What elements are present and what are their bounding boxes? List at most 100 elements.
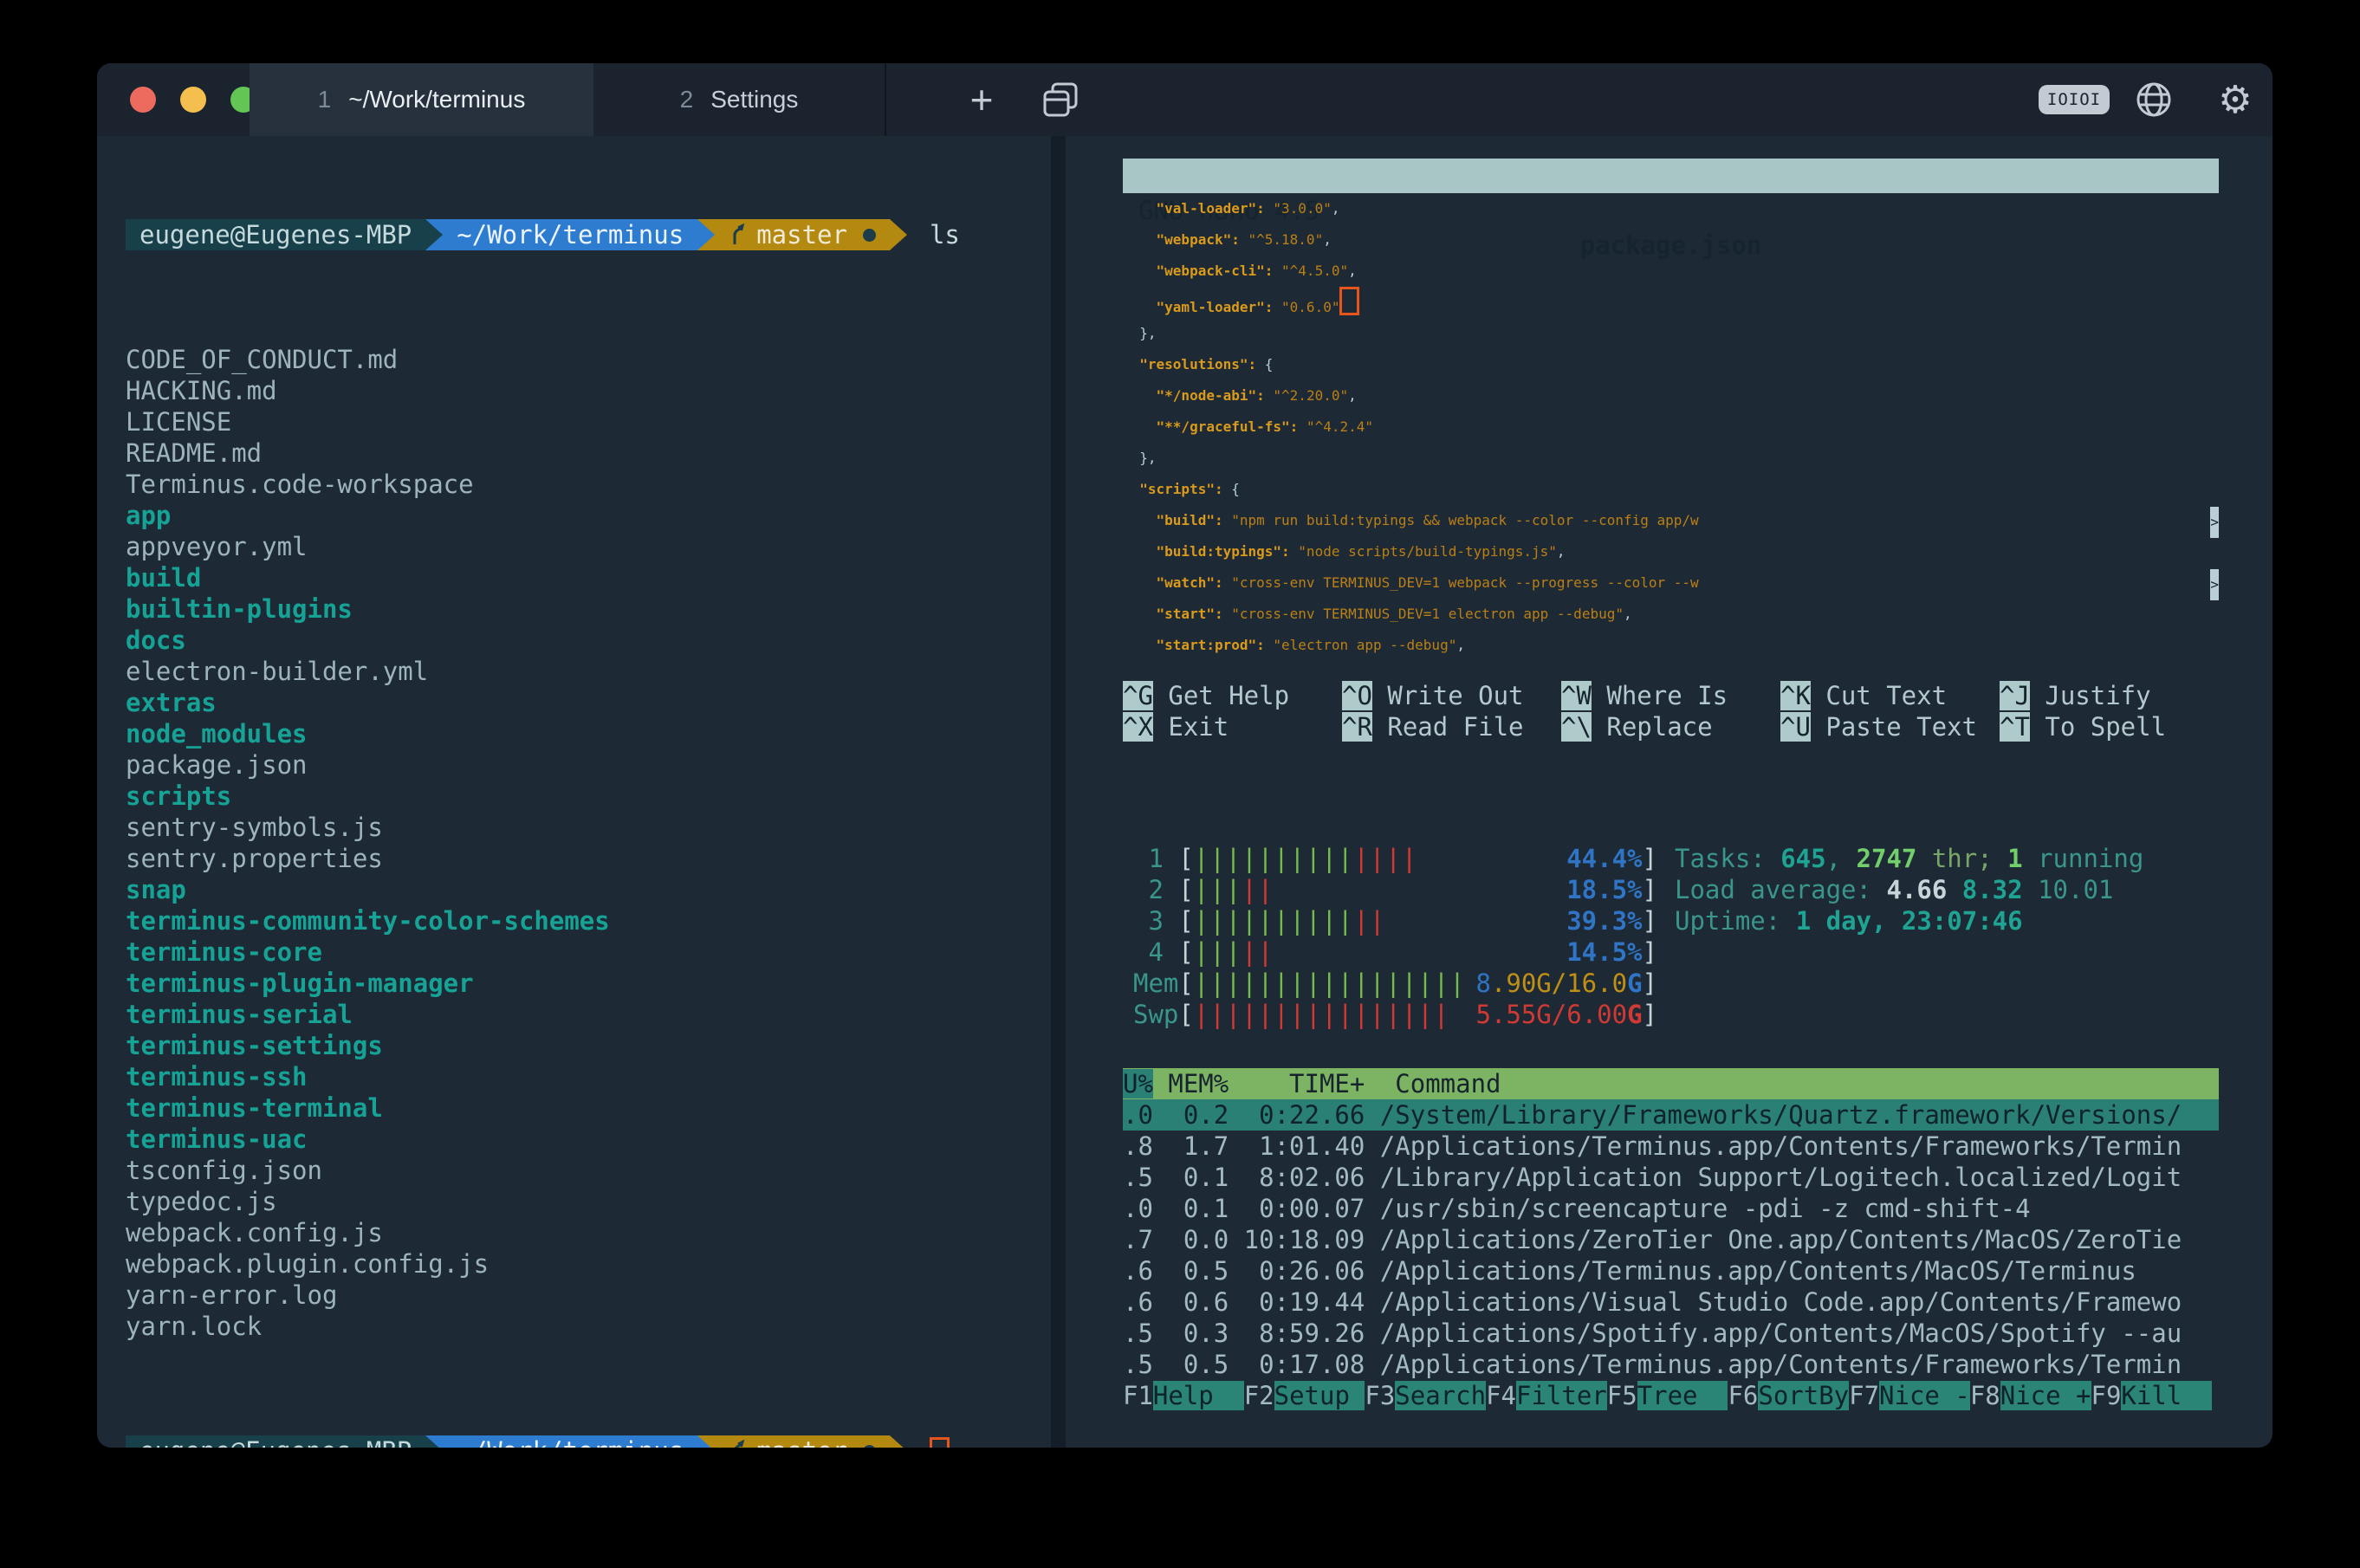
ls-entry: tsconfig.json [126,1155,1044,1186]
prompt-path-segment: ~/Work/terminus [443,1435,697,1448]
process-row[interactable]: .5 0.5 0:17.08 /Applications/Terminus.ap… [1123,1349,2219,1380]
nano-shortcut: ^J Justify [2000,680,2219,711]
nano-line: }, [1123,318,2219,349]
function-key-f9[interactable]: F9Kill [2091,1380,2213,1411]
prompt-git-segment: master [715,219,890,250]
tab-number: 2 [680,86,694,113]
ls-entry: LICENSE [126,406,1044,437]
function-key-f1[interactable]: F1Help [1123,1380,1244,1411]
ssh-connections-button[interactable] [2133,63,2175,136]
serial-connections-button[interactable]: IOIOI [2031,63,2117,136]
function-key-f2[interactable]: F2Setup [1244,1380,1365,1411]
process-row[interactable]: .8 1.7 1:01.40 /Applications/Terminus.ap… [1123,1131,2219,1162]
nano-shortcut: ^T To Spell [2000,711,2219,742]
function-key-f4[interactable]: F4Filter [1486,1380,1607,1411]
nano-shortcut: ^G Get Help [1123,680,1342,711]
git-branch-name: master [756,1435,847,1448]
summary-line: Uptime: 1 day, 23:07:46 [1675,905,2143,936]
pane-divider[interactable] [1051,136,1066,1448]
ls-entry: app [126,500,1044,531]
tab-work-terminus[interactable]: 1 ~/Work/terminus [250,63,593,136]
summary-line: Tasks: 645, 2747 thr; 1 running [1675,843,2143,874]
function-key-f3[interactable]: F3Search [1365,1380,1486,1411]
nano-line: "build:typings": "node scripts/build-typ… [1123,536,2219,567]
nano-shortcut: ^K Cut Text [1780,680,2000,711]
ls-entry: HACKING.md [126,375,1044,406]
ls-entry: terminus-terminal [126,1092,1044,1124]
close-window-button[interactable] [130,87,156,113]
process-row[interactable]: .5 0.1 8:02.06 /Library/Application Supp… [1123,1162,2219,1193]
new-tab-button[interactable]: + [961,63,1002,136]
process-table-header[interactable]: U% MEM% TIME+ Command [1123,1068,2219,1099]
plus-icon: + [970,63,994,136]
tab-settings[interactable]: 2 Settings [593,63,886,136]
ls-entry: electron-builder.yml [126,656,1044,687]
settings-button[interactable]: ⚙ [2214,63,2256,136]
htop-process-table: U% MEM% TIME+ Command .0 0.2 0:22.66 /Sy… [1123,1068,2219,1380]
nano-shortcut: ^R Read File [1342,711,1561,742]
process-row[interactable]: .6 0.5 0:26.06 /Applications/Terminus.ap… [1123,1255,2219,1286]
meter-row: 1 [||||||||||||||44.4%] [1133,843,1657,874]
nano-line: "start": "cross-env TERMINUS_DEV=1 elect… [1123,599,2219,630]
meter-row: Mem[|||||||||||||||||8.90G/16.0G] [1133,968,1657,999]
ls-entry: Terminus.code-workspace [126,469,1044,500]
stacked-windows-icon [1041,80,1080,120]
meter-row: Swp[||||||||||||||||5.55G/6.00G] [1133,999,1657,1030]
process-row[interactable]: .7 0.0 10:18.09 /Applications/ZeroTier O… [1123,1224,2219,1255]
process-row[interactable]: .0 0.1 0:00.07 /usr/sbin/screencapture -… [1123,1193,2219,1224]
ls-output: CODE_OF_CONDUCT.mdHACKING.mdLICENSEREADM… [126,344,1044,1342]
ls-entry: terminus-community-color-schemes [126,905,1044,936]
typed-command: ls [930,219,960,250]
ls-entry: terminus-uac [126,1124,1044,1155]
shell-prompt: eugene@Eugenes-MBP ~/Work/terminus maste… [126,1435,1044,1448]
summary-line: Load average: 4.66 8.32 10.01 [1675,874,2143,905]
ls-entry: webpack.config.js [126,1217,1044,1248]
process-row[interactable]: .0 0.2 0:22.66 /System/Library/Framework… [1123,1099,2219,1131]
terminal-cursor [930,1437,950,1448]
terminal-window: 1 ~/Work/terminus 2 Settings + IOIOI [97,63,2272,1448]
ls-entry: terminus-plugin-manager [126,968,1044,999]
tab-title: Settings [710,86,798,113]
powerline-arrow [890,219,907,250]
ls-entry: CODE_OF_CONDUCT.md [126,344,1044,375]
nano-line: "webpack-cli": "^4.5.0", [1123,256,2219,287]
ls-entry: node_modules [126,718,1044,749]
nano-editor-content[interactable]: "val-loader": "3.0.0", "webpack": "^5.18… [1123,193,2219,661]
powerline-arrow [697,1435,715,1448]
ls-entry: appveyor.yml [126,531,1044,562]
split-pane-button[interactable] [1038,63,1083,136]
function-key-f7[interactable]: F7Nice - [1849,1380,1970,1411]
process-rows: .0 0.2 0:22.66 /System/Library/Framework… [1123,1099,2219,1380]
htop-summary: Tasks: 645, 2747 thr; 1 runningLoad aver… [1675,843,2143,936]
ls-entry: terminus-core [126,936,1044,968]
function-key-f8[interactable]: F8Nice + [1970,1380,2091,1411]
htop-meters: 1 [||||||||||||||44.4%] 2 [|||||18.5%] 3… [1133,843,1657,1030]
tab-title: ~/Work/terminus [348,86,525,113]
ls-entry: terminus-ssh [126,1061,1044,1092]
prompt-user-segment: eugene@Eugenes-MBP [126,219,425,250]
powerline-arrow [697,219,715,250]
process-row[interactable]: .5 0.3 8:59.26 /Applications/Spotify.app… [1123,1318,2219,1349]
function-key-f6[interactable]: F6SortBy [1728,1380,1849,1411]
ls-entry: sentry-symbols.js [126,812,1044,843]
nano-line: }, [1123,443,2219,474]
nano-line: "**/graceful-fs": "^4.2.4" [1123,411,2219,443]
nano-line: "build": "npm run build:typings && webpa… [1123,505,2219,536]
function-key-f5[interactable]: F5Tree [1607,1380,1728,1411]
nano-line: "*/node-abi": "^2.20.0", [1123,380,2219,411]
window-titlebar: 1 ~/Work/terminus 2 Settings + IOIOI [97,63,2272,136]
ls-entry: typedoc.js [126,1186,1044,1217]
meter-row: 4 [|||||14.5%] [1133,936,1657,968]
meter-row: 3 [||||||||||||39.3%] [1133,905,1657,936]
ls-entry: snap [126,874,1044,905]
globe-icon [2134,80,2174,120]
process-row[interactable]: .6 0.6 0:19.44 /Applications/Visual Stud… [1123,1286,2219,1318]
nano-shortcut-bar: ^G Get Help^O Write Out^W Where Is^K Cut… [1123,680,2219,742]
shell-prompt: eugene@Eugenes-MBP ~/Work/terminus maste… [126,219,1044,250]
git-branch-icon [729,223,748,247]
powerline-arrow [425,219,443,250]
gear-icon: ⚙ [2218,78,2252,122]
ls-entry: README.md [126,437,1044,469]
nano-shortcut: ^W Where Is [1561,680,1780,711]
minimize-window-button[interactable] [180,87,206,113]
